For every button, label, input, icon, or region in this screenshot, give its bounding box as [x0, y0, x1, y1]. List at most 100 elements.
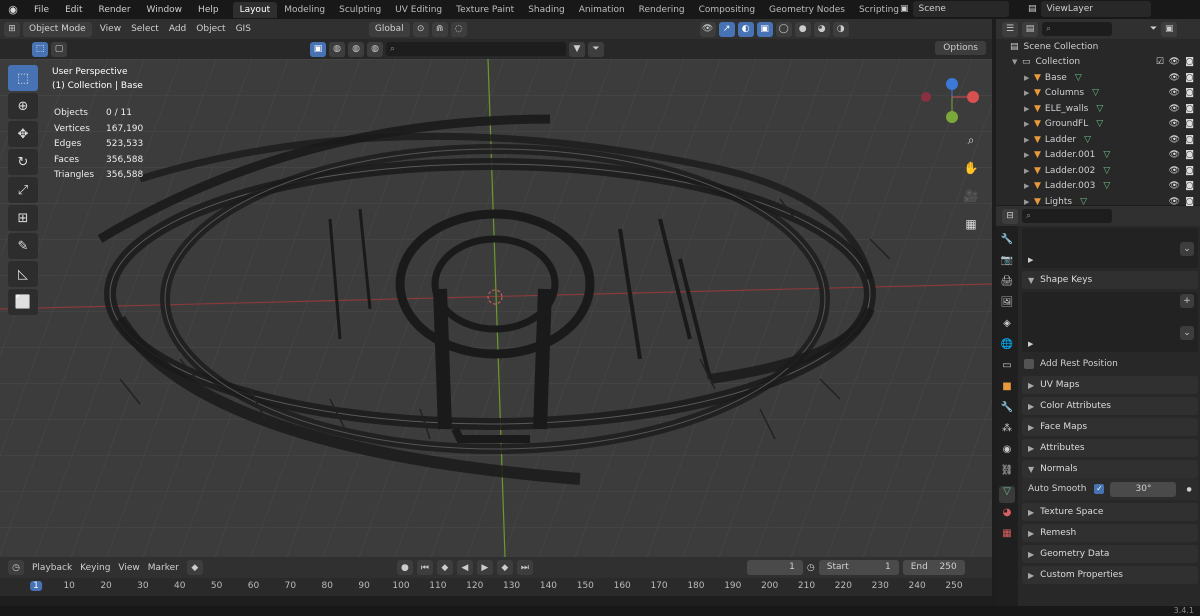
- pivot-icon[interactable]: ⊙: [412, 21, 429, 37]
- material-tab-icon[interactable]: ◕: [999, 507, 1015, 524]
- editor-type-icon[interactable]: ⊞: [4, 21, 20, 37]
- tab-texture-paint[interactable]: Texture Paint: [449, 2, 521, 18]
- panel-geometry-data[interactable]: ▶ Geometry Data: [1022, 545, 1198, 563]
- world-tab-icon[interactable]: 🌐: [999, 339, 1015, 356]
- camera-icon[interactable]: ◙: [1185, 73, 1194, 83]
- panel-normals[interactable]: ▼ Normals: [1022, 460, 1198, 478]
- rendered-shading-icon[interactable]: ◑: [832, 21, 849, 37]
- tab-animation[interactable]: Animation: [572, 2, 632, 18]
- filter2-icon[interactable]: ◍: [348, 41, 364, 57]
- pan-hand-icon[interactable]: ✋: [960, 157, 982, 179]
- panel-remesh[interactable]: ▶ Remesh: [1022, 524, 1198, 542]
- timeline-menu-keying[interactable]: Keying: [76, 563, 114, 573]
- texture-tab-icon[interactable]: ▦: [999, 528, 1015, 545]
- scene-selector[interactable]: ▣ Scene: [900, 1, 1009, 17]
- proportional-edit-icon[interactable]: ◌: [450, 21, 467, 37]
- visibility-icon[interactable]: 👁: [699, 21, 716, 37]
- jump-end-icon[interactable]: ⏭: [516, 560, 533, 575]
- tab-sculpting[interactable]: Sculpting: [332, 2, 388, 18]
- orientation-dropdown[interactable]: Global: [368, 21, 410, 37]
- eye-icon[interactable]: 👁: [1169, 166, 1180, 176]
- camera-view-icon[interactable]: 🎥: [960, 185, 982, 207]
- expand-icon[interactable]: ▼: [1012, 58, 1022, 66]
- wireframe-shading-icon[interactable]: ◯: [775, 21, 792, 37]
- output-tab-icon[interactable]: 🖨: [999, 276, 1015, 293]
- data-tab-icon[interactable]: ▽: [999, 486, 1015, 503]
- filter-icon[interactable]: ◍: [329, 41, 345, 57]
- camera-icon[interactable]: ◙: [1185, 181, 1194, 191]
- particles-tab-icon[interactable]: ⁂: [999, 423, 1015, 440]
- ortho-toggle-icon[interactable]: ▦: [960, 213, 982, 235]
- play-icon[interactable]: ▶: [476, 560, 493, 575]
- gizmo-icon[interactable]: ↗: [718, 21, 735, 37]
- list-expand-icon-2[interactable]: ▶: [1028, 340, 1033, 348]
- tab-uv-editing[interactable]: UV Editing: [388, 2, 449, 18]
- eye-icon[interactable]: 👁: [1169, 104, 1180, 114]
- eye-icon[interactable]: 👁: [1169, 73, 1180, 83]
- panel-texture-space[interactable]: ▶ Texture Space: [1022, 503, 1198, 521]
- start-frame-field[interactable]: Start 1: [818, 560, 899, 575]
- new-collection-icon[interactable]: ▣: [1161, 21, 1178, 37]
- outliner-item[interactable]: ▶ ▼ Ladder.003 ▽ 👁 ◙: [996, 179, 1200, 195]
- eye-icon[interactable]: 👁: [1169, 135, 1180, 145]
- auto-smooth-checkbox[interactable]: ✓: [1094, 484, 1105, 494]
- expand-icon[interactable]: ▶: [1024, 182, 1034, 190]
- options-button[interactable]: Options: [935, 41, 986, 55]
- expand-icon[interactable]: ▶: [1024, 105, 1034, 113]
- properties-type-icon[interactable]: ⊟: [1002, 208, 1018, 224]
- tab-layout[interactable]: Layout: [232, 1, 278, 18]
- viewport-search-input[interactable]: ⌕: [386, 42, 566, 56]
- expand-icon[interactable]: ▶: [1024, 74, 1034, 82]
- transform-tool-icon[interactable]: ⊞: [8, 205, 38, 231]
- jump-start-icon[interactable]: ⏮: [416, 560, 433, 575]
- next-key-icon[interactable]: ◆: [496, 560, 513, 575]
- panel-face-maps[interactable]: ▶ Face Maps: [1022, 418, 1198, 436]
- camera-icon[interactable]: ◙: [1185, 88, 1194, 98]
- measure-tool-icon[interactable]: ◺: [8, 261, 38, 287]
- camera-icon[interactable]: ◙: [1185, 150, 1194, 160]
- add-cube-tool-icon[interactable]: ⬜: [8, 289, 38, 315]
- tool-tab-icon[interactable]: 🔧: [999, 234, 1015, 251]
- rotate-tool-icon[interactable]: ↻: [8, 149, 38, 175]
- move-tool-icon[interactable]: ✥: [8, 121, 38, 147]
- outliner-item[interactable]: ▶ ▼ Ladder.002 ▽ 👁 ◙: [996, 163, 1200, 179]
- eye-icon[interactable]: 👁: [1169, 150, 1180, 160]
- constraints-tab-icon[interactable]: ⛓: [999, 465, 1015, 482]
- solid-shading-icon[interactable]: ●: [794, 21, 811, 37]
- scene-name[interactable]: Scene: [912, 1, 1009, 17]
- expand-icon[interactable]: ▶: [1024, 151, 1034, 159]
- outliner-item[interactable]: ▶ ▼ Columns ▽ 👁 ◙: [996, 86, 1200, 102]
- physics-tab-icon[interactable]: ◉: [999, 444, 1015, 461]
- prev-key-icon[interactable]: ◆: [436, 560, 453, 575]
- outliner-filter-icon[interactable]: ⏷: [1150, 24, 1157, 34]
- viewport-menu-add[interactable]: Add: [164, 24, 191, 34]
- expand-icon[interactable]: ▶: [1024, 89, 1034, 97]
- outliner-type-icon[interactable]: ☰: [1002, 21, 1018, 37]
- camera-icon[interactable]: ◙: [1185, 166, 1194, 176]
- tab-scripting[interactable]: Scripting: [852, 2, 906, 18]
- panel-attributes[interactable]: ▶ Attributes: [1022, 439, 1198, 457]
- keyframe-dot-icon[interactable]: ●: [1186, 486, 1191, 493]
- eye-icon[interactable]: 👁: [1169, 88, 1180, 98]
- tab-rendering[interactable]: Rendering: [632, 2, 692, 18]
- shape-key-menu-icon[interactable]: ⌄: [1180, 326, 1194, 340]
- bookmark-icon[interactable]: ▼: [569, 41, 585, 57]
- filter3-icon[interactable]: ◍: [367, 41, 383, 57]
- collection-row[interactable]: ▼ ▭ Collection ☑ 👁 ◙: [996, 55, 1200, 71]
- display-mode-icon[interactable]: ▤: [1022, 21, 1038, 37]
- material-shading-icon[interactable]: ◕: [813, 21, 830, 37]
- outliner-item[interactable]: ▶ ▼ Ladder.001 ▽ 👁 ◙: [996, 148, 1200, 164]
- timeline-menu-marker[interactable]: Marker: [144, 563, 183, 573]
- timeline-menu-view[interactable]: View: [114, 563, 143, 573]
- select-box-icon[interactable]: ⬚: [32, 41, 48, 57]
- expand-icon[interactable]: ▶: [1024, 167, 1034, 175]
- expand-icon[interactable]: ▶: [1024, 120, 1034, 128]
- menu-file[interactable]: File: [26, 5, 57, 15]
- 3d-viewport[interactable]: ⬚ ⊕ ✥ ↻ ⤢ ⊞ ✎ ◺ ⬜ User Perspective (1) C…: [0, 59, 992, 557]
- list-expand-icon[interactable]: ▶: [1028, 256, 1033, 264]
- add-rest-position-row[interactable]: Add Rest Position: [1022, 355, 1198, 373]
- scene-collection-row[interactable]: ▤ Scene Collection: [996, 39, 1200, 55]
- add-rest-position-checkbox[interactable]: [1024, 359, 1034, 369]
- blender-logo-icon[interactable]: ◉: [0, 3, 26, 16]
- viewport-menu-object[interactable]: Object: [191, 24, 230, 34]
